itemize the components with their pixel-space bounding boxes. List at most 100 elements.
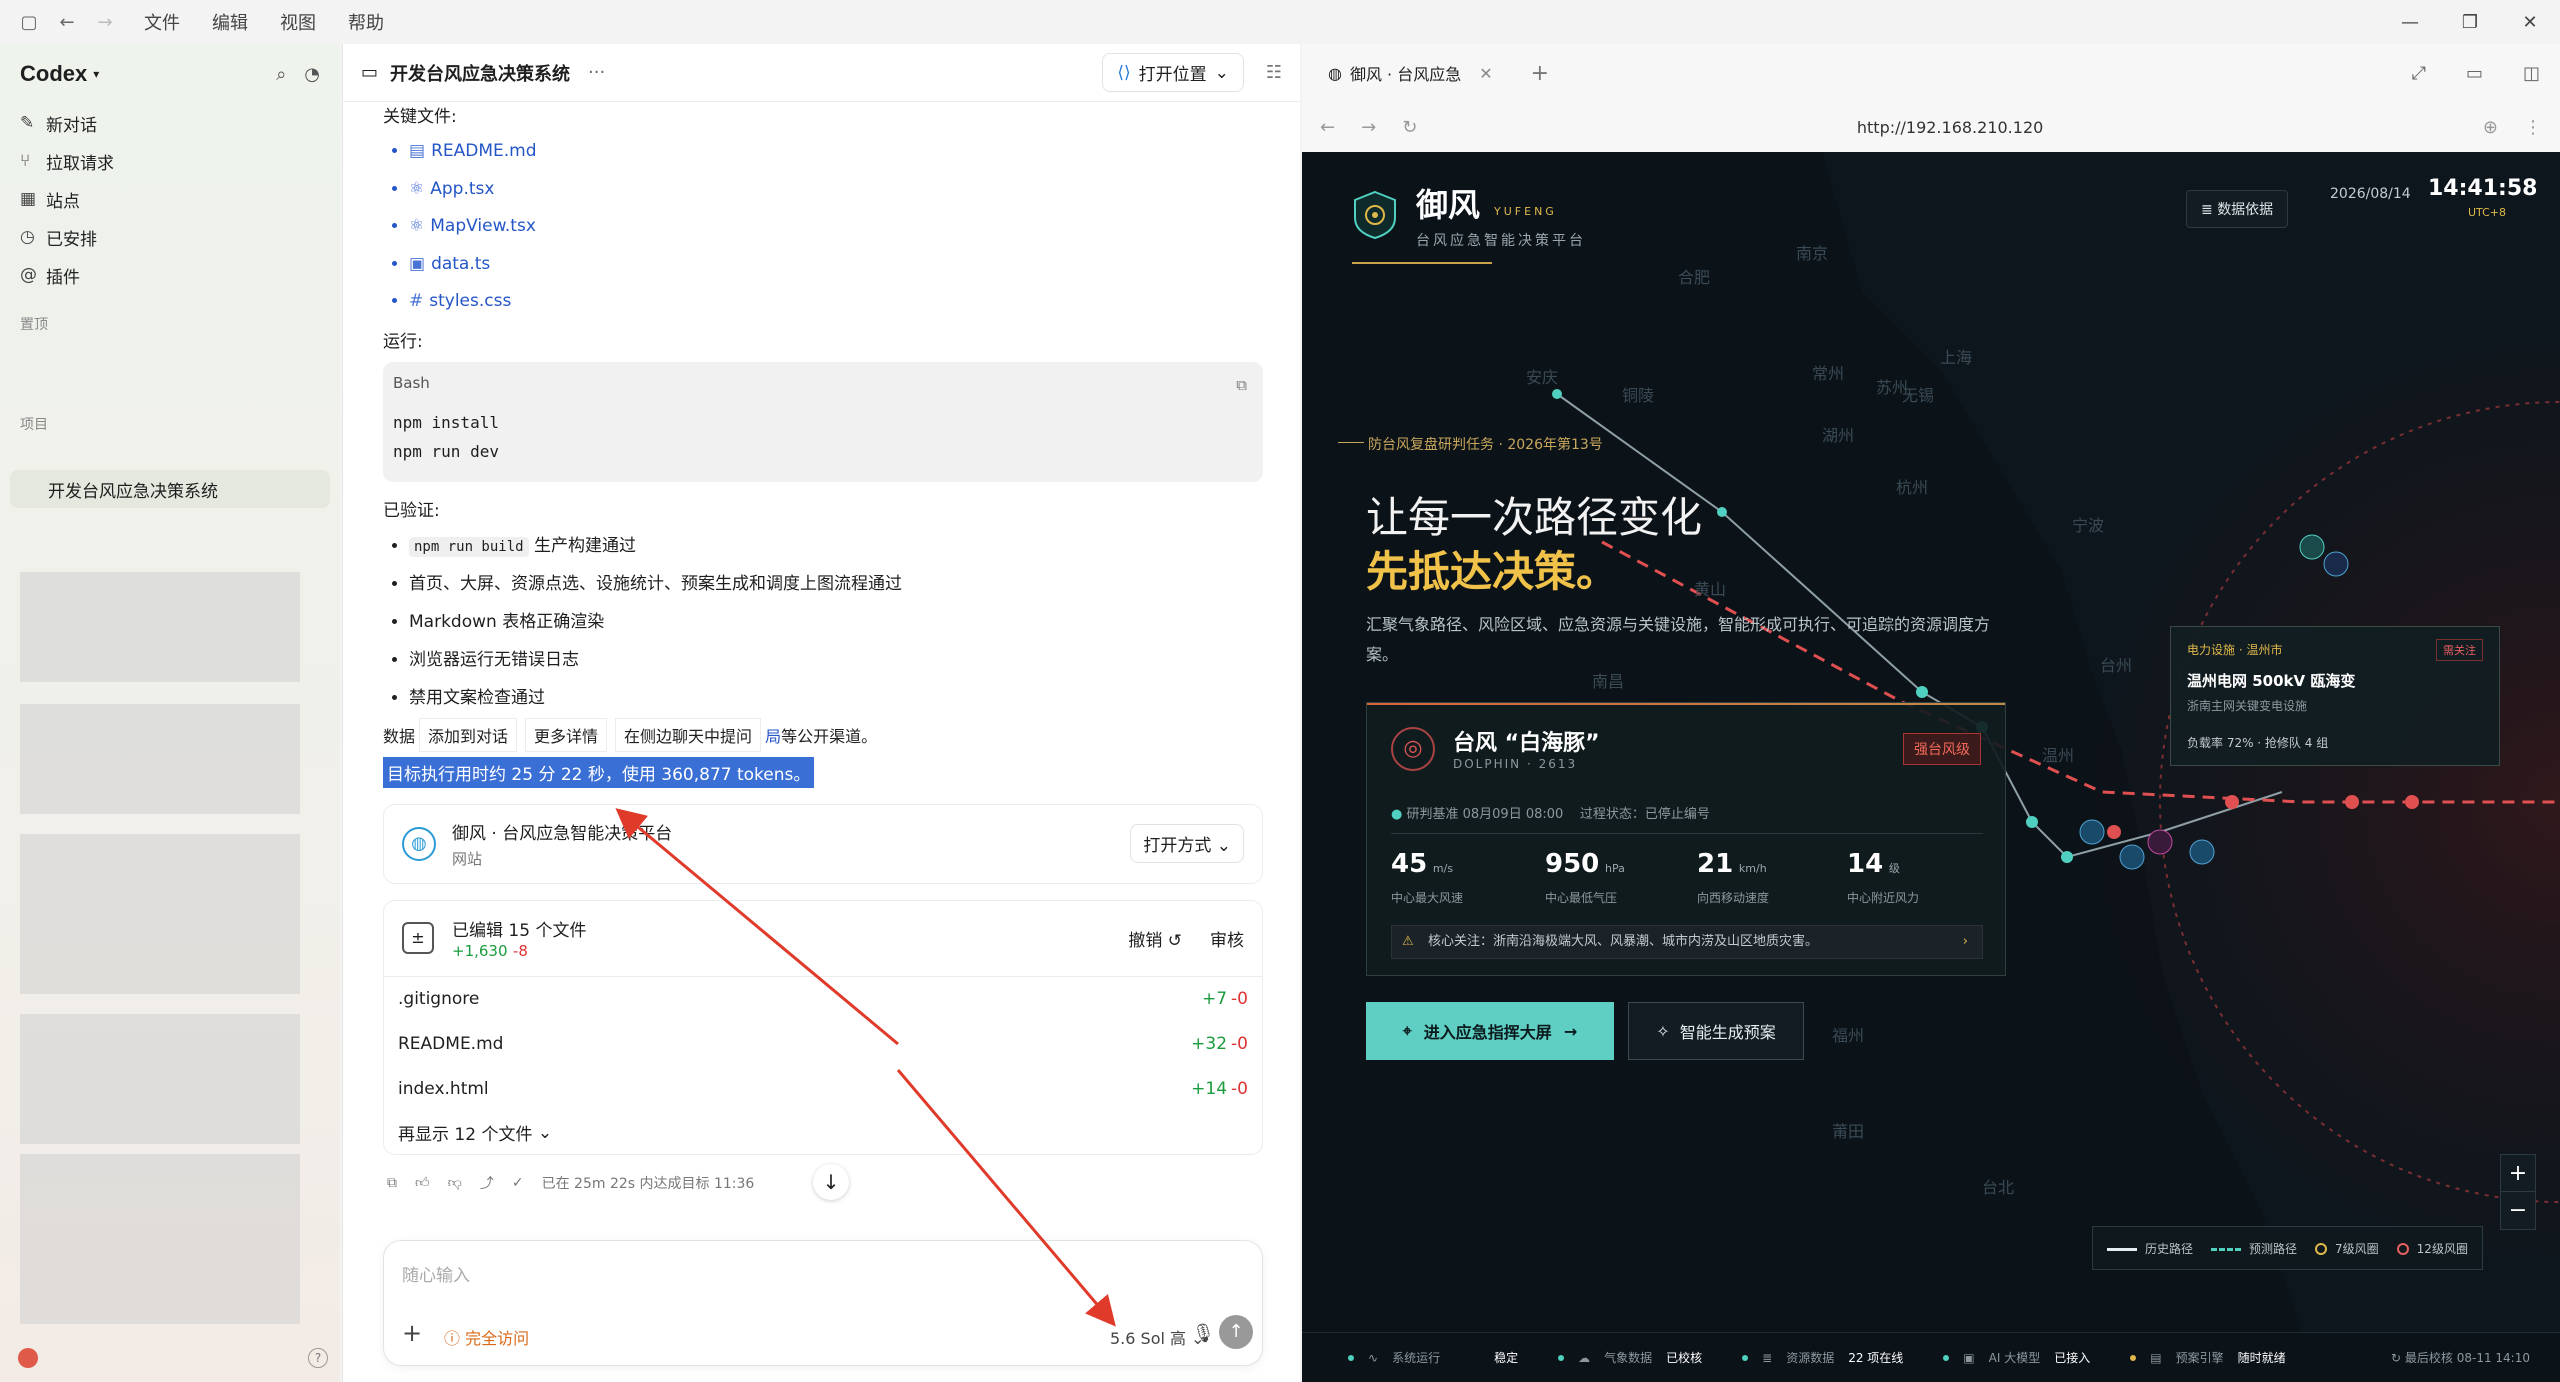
layout-icon[interactable]: ☷: [1266, 62, 1282, 83]
thumbs-up-icon[interactable]: 👍︎: [415, 1174, 430, 1191]
legend-label: 预测路径: [2249, 1241, 2298, 1256]
enter-command-screen-button[interactable]: ⌖ 进入应急指挥大屏 →: [1366, 1002, 1614, 1060]
changed-file-row[interactable]: index.html +14 -0: [384, 1067, 1262, 1112]
divider: [1391, 833, 1983, 834]
forecast-point[interactable]: [2345, 795, 2359, 809]
scroll-down-button[interactable]: ↓: [813, 1164, 849, 1200]
facility-popup[interactable]: 电力设施 · 温州市 需关注 温州电网 500kV 瓯海变 浙南主网关键变电设施…: [2170, 626, 2500, 766]
sidebar-item-plugins[interactable]: @ 插件: [0, 256, 340, 294]
forward-icon[interactable]: →: [90, 7, 120, 37]
search-icon[interactable]: ⌕: [276, 64, 286, 85]
zoom-in-button[interactable]: +: [2501, 1155, 2535, 1192]
copy-icon[interactable]: ⧉: [1236, 376, 1247, 394]
data-basis-button[interactable]: ≣ 数据依据: [2186, 190, 2289, 228]
model-selector[interactable]: 5.6 Sol 高 ⌄: [1110, 1325, 1205, 1349]
sidebar-item-new-chat[interactable]: ✎ 新对话: [0, 104, 340, 142]
changed-file-row[interactable]: .gitignore +7 -0: [384, 977, 1262, 1022]
add-attachment-icon[interactable]: +: [402, 1319, 422, 1347]
site-preview-card[interactable]: ◍ 御风 · 台风应急智能决策平台 网站 打开方式 ⌄: [383, 803, 1263, 884]
file-link[interactable]: ⚛App.tsx: [409, 171, 1263, 209]
more-details-button[interactable]: 更多详情: [525, 717, 608, 752]
address-bar[interactable]: http://192.168.210.120: [1443, 118, 2457, 137]
track-point[interactable]: [1552, 389, 1562, 399]
brand[interactable]: 御风 YUFENG 台风应急智能决策平台: [1352, 180, 1586, 250]
file-link[interactable]: ⚛MapView.tsx: [409, 208, 1263, 246]
sidebar-toggle-icon[interactable]: ▢: [14, 7, 44, 37]
review-button[interactable]: 审核: [1210, 926, 1244, 951]
changed-file-row[interactable]: README.md +32 -0: [384, 1022, 1262, 1067]
help-icon[interactable]: ?: [308, 1348, 328, 1368]
access-mode-button[interactable]: ⓘ 完全访问: [444, 1325, 529, 1349]
forecast-point[interactable]: [2225, 795, 2239, 809]
back-icon[interactable]: ←: [52, 7, 82, 37]
more-icon[interactable]: ···: [588, 62, 605, 83]
file-link[interactable]: ▣data.ts: [409, 246, 1263, 284]
menu-view[interactable]: 视图: [280, 9, 316, 35]
thumbs-down-icon[interactable]: 👎︎: [448, 1174, 462, 1191]
resource-marker[interactable]: [2119, 844, 2145, 870]
microphone-icon[interactable]: 🎙︎: [1192, 1323, 1215, 1344]
track-point[interactable]: [2061, 851, 2073, 863]
browser-tab[interactable]: ◍ 御风 · 台风应急 ✕: [1320, 61, 1501, 85]
sidebar-item-sites[interactable]: ▦ 站点: [0, 180, 340, 218]
sidebar-project-active[interactable]: 开发台风应急决策系统: [10, 470, 330, 508]
app-name[interactable]: Codex: [20, 61, 87, 87]
restore-icon[interactable]: ❐: [2440, 0, 2500, 44]
composer-input[interactable]: 随心输入: [402, 1261, 470, 1286]
new-tab-icon[interactable]: +: [1531, 61, 1549, 86]
sidebar-item-scheduled[interactable]: ◷ 已安排: [0, 218, 340, 256]
composer[interactable]: 随心输入 + ⓘ 完全访问 5.6 Sol 高 ⌄ 🎙︎ ↑: [383, 1240, 1263, 1366]
more-icon[interactable]: ⋮: [2524, 117, 2542, 138]
zoom-control: + −: [2500, 1154, 2536, 1230]
status-bar: ∿ 系统运行 稳定 ☁ 气象数据 已校核 ≣ 资源数据 22 项在线 ▣ AI 大模型 已接入 …: [1302, 1332, 2560, 1382]
sidebar-item-pull-requests[interactable]: ⑂ 拉取请求: [0, 142, 340, 180]
bell-icon[interactable]: ◔: [304, 64, 320, 85]
core-warning[interactable]: ⚠ 核心关注：浙南沿海极端大风、风暴潮、城市内涝及山区地质灾害。 ›: [1391, 925, 1983, 959]
zoom-out-button[interactable]: −: [2501, 1192, 2535, 1229]
generate-plan-button[interactable]: ✧ 智能生成预案: [1628, 1002, 1804, 1060]
resource-marker[interactable]: [2323, 551, 2349, 577]
resource-marker[interactable]: [2189, 839, 2215, 865]
minimize-icon[interactable]: —: [2380, 0, 2440, 44]
menu-file[interactable]: 文件: [144, 9, 180, 35]
open-with-button[interactable]: 打开方式 ⌄: [1130, 824, 1244, 863]
map-label: 上海: [1940, 348, 1973, 367]
thread-icon: ▭: [361, 62, 379, 83]
popout-icon[interactable]: ⤢: [2412, 63, 2426, 84]
copy-icon[interactable]: ⧉: [387, 1175, 397, 1191]
resource-marker[interactable]: [2079, 819, 2105, 845]
facility-marker[interactable]: [2147, 829, 2173, 855]
clock-icon: ◷: [20, 227, 35, 247]
track-point[interactable]: [1916, 686, 1928, 698]
share-icon[interactable]: ⤴: [480, 1173, 494, 1193]
undo-button[interactable]: 撤销 ↺: [1128, 926, 1182, 951]
close-icon[interactable]: ✕: [2500, 0, 2560, 44]
resource-marker[interactable]: [2299, 534, 2325, 560]
show-more-files-button[interactable]: 再显示 12 个文件 ⌄: [384, 1112, 1262, 1154]
menu-help[interactable]: 帮助: [348, 9, 384, 35]
status-key: 预案引擎: [2175, 1351, 2224, 1365]
map-legend: 历史路径 预测路径 7级风圈 12级风圈: [2092, 1226, 2483, 1270]
inline-link[interactable]: 局: [765, 723, 781, 747]
forward-icon[interactable]: →: [1361, 117, 1376, 138]
menu-edit[interactable]: 编辑: [212, 9, 248, 35]
forecast-point[interactable]: [2107, 825, 2121, 839]
track-point[interactable]: [2026, 816, 2038, 828]
send-button[interactable]: ↑: [1219, 1315, 1253, 1349]
reload-icon[interactable]: ↻: [1402, 117, 1417, 138]
track-point[interactable]: [1717, 507, 1727, 517]
add-icon[interactable]: ⊕: [2483, 117, 2498, 138]
avatar[interactable]: [18, 1348, 38, 1368]
add-to-chat-button[interactable]: 添加到对话: [419, 717, 518, 752]
panel-icon[interactable]: ▭: [2466, 63, 2483, 84]
ask-in-side-chat-button[interactable]: 在侧边聊天中提问: [615, 717, 762, 752]
file-link[interactable]: ▤README.md: [409, 133, 1263, 171]
close-tab-icon[interactable]: ✕: [1479, 64, 1492, 83]
chevron-down-icon[interactable]: ▾: [93, 67, 99, 81]
map-label: 温州: [2042, 746, 2075, 765]
file-link[interactable]: #styles.css: [409, 283, 1263, 321]
open-location-button[interactable]: ⟨⟩ 打开位置 ⌄: [1102, 53, 1244, 92]
back-icon[interactable]: ←: [1320, 117, 1335, 138]
forecast-point[interactable]: [2405, 795, 2419, 809]
split-view-icon[interactable]: ◫: [2523, 63, 2540, 84]
